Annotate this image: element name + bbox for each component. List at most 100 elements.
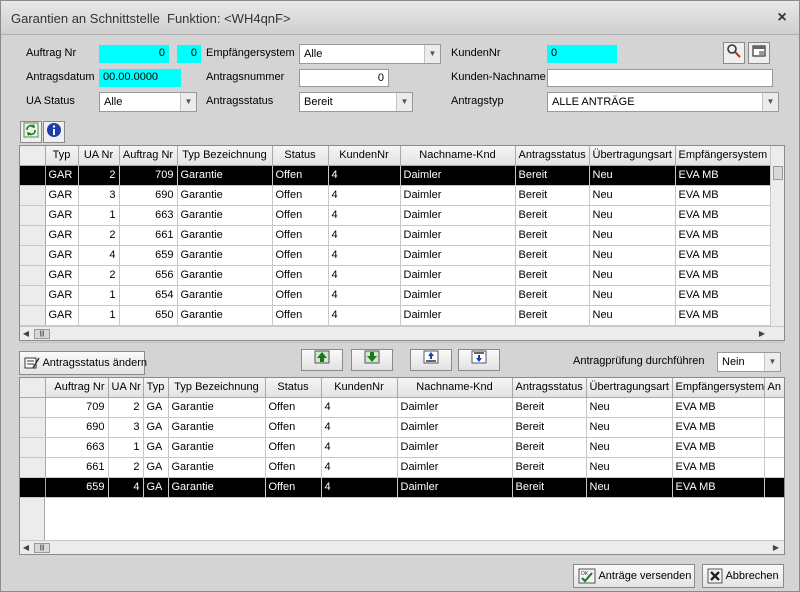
table-cell: GAR [45, 185, 79, 206]
bottom-grid-horizontal-scrollbar[interactable]: ◀ ||| ▶ [20, 540, 784, 554]
table-row[interactable]: 690 3 GA Garantie Offen 4 Daimler Bereit Neu EVA … [20, 417, 784, 438]
window-button[interactable] [748, 42, 770, 64]
chevron-down-icon[interactable]: ▼ [762, 93, 778, 111]
column-header-kundennr[interactable]: KundenNr [321, 378, 398, 398]
column-header-antragsstatus[interactable]: Antragsstatus [512, 378, 587, 398]
row-selector[interactable] [20, 285, 46, 306]
row-selector[interactable] [20, 397, 46, 418]
chevron-down-icon[interactable]: ▼ [424, 45, 440, 63]
table-row[interactable]: GAR 2 709 Garantie Offen 4 Daimler Bereit Neu EVA… [20, 165, 771, 186]
info-button[interactable] [43, 121, 65, 143]
table-row[interactable]: 709 2 GA Garantie Offen 4 Daimler Bereit Neu EVA … [20, 397, 784, 418]
table-row[interactable]: GAR 2 661 Garantie Offen 4 Daimler Bereit Neu EVA… [20, 225, 771, 246]
chevron-down-icon[interactable]: ▼ [180, 93, 196, 111]
scroll-thumb[interactable]: ||| [34, 329, 50, 339]
move-down-button[interactable] [351, 349, 393, 371]
row-selector[interactable] [20, 205, 46, 226]
column-header-uebertragungsart[interactable]: Übertragungsart [589, 146, 676, 166]
search-button[interactable] [723, 42, 745, 64]
antragsnummer-input[interactable]: 0 [299, 69, 389, 87]
close-icon[interactable]: × [773, 9, 791, 27]
ua-status-select[interactable]: Alle ▼ [99, 92, 197, 112]
table-cell: 690 [45, 417, 109, 438]
column-header-ua-nr[interactable]: UA Nr [108, 378, 144, 398]
chevron-down-icon[interactable]: ▼ [764, 353, 780, 371]
column-header-antragsstatus[interactable]: Antragsstatus [515, 146, 590, 166]
table-cell: Offen [265, 457, 322, 478]
table-cell: 4 [328, 205, 401, 226]
empfaengersystem-select[interactable]: Alle ▼ [299, 44, 441, 64]
column-header-uebertragungsart[interactable]: Übertragungsart [586, 378, 673, 398]
table-row[interactable]: 661 2 GA Garantie Offen 4 Daimler Bereit Neu EVA … [20, 457, 784, 478]
table-row[interactable]: 659 4 GA Garantie Offen 4 Daimler Bereit Neu EVA … [20, 477, 784, 498]
cancel-button[interactable]: Abbrechen [702, 564, 784, 588]
antragsstatus-select[interactable]: Bereit ▼ [299, 92, 413, 112]
table-row[interactable]: GAR 4 659 Garantie Offen 4 Daimler Bereit Neu EVA… [20, 245, 771, 266]
scroll-right-icon[interactable]: ▶ [756, 327, 768, 340]
antragsdatum-input[interactable]: 00.00.0000 [99, 69, 181, 87]
table-cell [764, 417, 784, 438]
row-selector[interactable] [20, 165, 46, 186]
top-grid-vertical-scrollbar[interactable] [770, 146, 784, 326]
row-selector[interactable] [20, 417, 46, 438]
column-header-ua-nr[interactable]: UA Nr [78, 146, 120, 166]
table-cell: Bereit [512, 397, 587, 418]
table-row[interactable]: GAR 1 650 Garantie Offen 4 Daimler Bereit Neu EVA… [20, 305, 771, 326]
main-window: Garantien an Schnittstelle Funktion: <WH… [0, 0, 800, 592]
table-row[interactable]: GAR 1 654 Garantie Offen 4 Daimler Bereit Neu EVA… [20, 285, 771, 306]
column-header-status[interactable]: Status [272, 146, 329, 166]
table-cell: Offen [265, 397, 322, 418]
scroll-thumb[interactable] [773, 166, 783, 180]
scroll-left-icon[interactable]: ◀ [20, 541, 32, 554]
column-header-empfaengersystem[interactable]: Empfängersystem [672, 378, 765, 398]
row-selector[interactable] [20, 245, 46, 266]
top-grid-horizontal-scrollbar[interactable]: ◀ ||| ▶ [20, 326, 784, 340]
scroll-right-icon[interactable]: ▶ [770, 541, 782, 554]
row-selector[interactable] [20, 225, 46, 246]
row-selector[interactable] [20, 477, 46, 498]
antragstyp-label: Antragstyp [451, 95, 504, 107]
column-header-kundennr[interactable]: KundenNr [328, 146, 401, 166]
antragstyp-select[interactable]: ALLE ANTRÄGE ▼ [547, 92, 779, 112]
table-cell: Bereit [515, 185, 590, 206]
change-status-button[interactable]: Antragsstatus ändern [19, 351, 147, 375]
move-bottom-button[interactable] [458, 349, 500, 371]
row-selector[interactable] [20, 457, 46, 478]
table-cell: Daimler [400, 225, 516, 246]
column-header-typ-bezeichnung[interactable]: Typ Bezeichnung [177, 146, 273, 166]
chevron-down-icon[interactable]: ▼ [396, 93, 412, 111]
row-selector[interactable] [20, 437, 46, 458]
kunden-nachname-input[interactable] [547, 69, 773, 87]
column-header-typ[interactable]: Typ [45, 146, 79, 166]
column-header-status[interactable]: Status [265, 378, 322, 398]
table-row[interactable]: 663 1 GA Garantie Offen 4 Daimler Bereit Neu EVA … [20, 437, 784, 458]
column-header-auftrag-nr[interactable]: Auftrag Nr [119, 146, 178, 166]
row-selector[interactable] [20, 265, 46, 286]
move-top-button[interactable] [410, 349, 452, 371]
column-header-typ-bezeichnung[interactable]: Typ Bezeichnung [168, 378, 266, 398]
auftrag-nr-input[interactable]: 0 [99, 45, 169, 63]
column-header-empfaengersystem[interactable]: Empfängersystem [675, 146, 771, 166]
scroll-thumb[interactable]: ||| [34, 543, 50, 553]
row-selector[interactable] [20, 305, 46, 326]
column-header-auftrag-nr[interactable]: Auftrag Nr [45, 378, 109, 398]
move-up-button[interactable] [301, 349, 343, 371]
send-button[interactable]: OK Anträge versenden [573, 564, 695, 588]
table-cell: Bereit [512, 417, 587, 438]
row-selector[interactable] [20, 185, 46, 206]
table-row[interactable]: GAR 1 663 Garantie Offen 4 Daimler Bereit Neu EVA… [20, 205, 771, 226]
kundennr-input[interactable]: 0 [547, 45, 617, 63]
table-cell: 709 [45, 397, 109, 418]
pruefung-select[interactable]: Nein ▼ [717, 352, 781, 372]
column-header-an[interactable]: An [764, 378, 784, 398]
table-row[interactable]: GAR 2 656 Garantie Offen 4 Daimler Bereit Neu EVA… [20, 265, 771, 286]
scroll-left-icon[interactable]: ◀ [20, 327, 32, 340]
column-header-nachname-knd[interactable]: Nachname-Knd [400, 146, 516, 166]
column-header-typ[interactable]: Typ [143, 378, 169, 398]
table-row[interactable]: GAR 3 690 Garantie Offen 4 Daimler Bereit Neu EVA… [20, 185, 771, 206]
auftrag-nr-input-2[interactable]: 0 [177, 45, 201, 63]
refresh-button[interactable] [20, 121, 42, 143]
column-header-nachname-knd[interactable]: Nachname-Knd [397, 378, 513, 398]
table-cell: GAR [45, 225, 79, 246]
bottom-grid-header: Auftrag Nr UA Nr Typ Typ Bezeichnung Sta… [20, 378, 784, 398]
